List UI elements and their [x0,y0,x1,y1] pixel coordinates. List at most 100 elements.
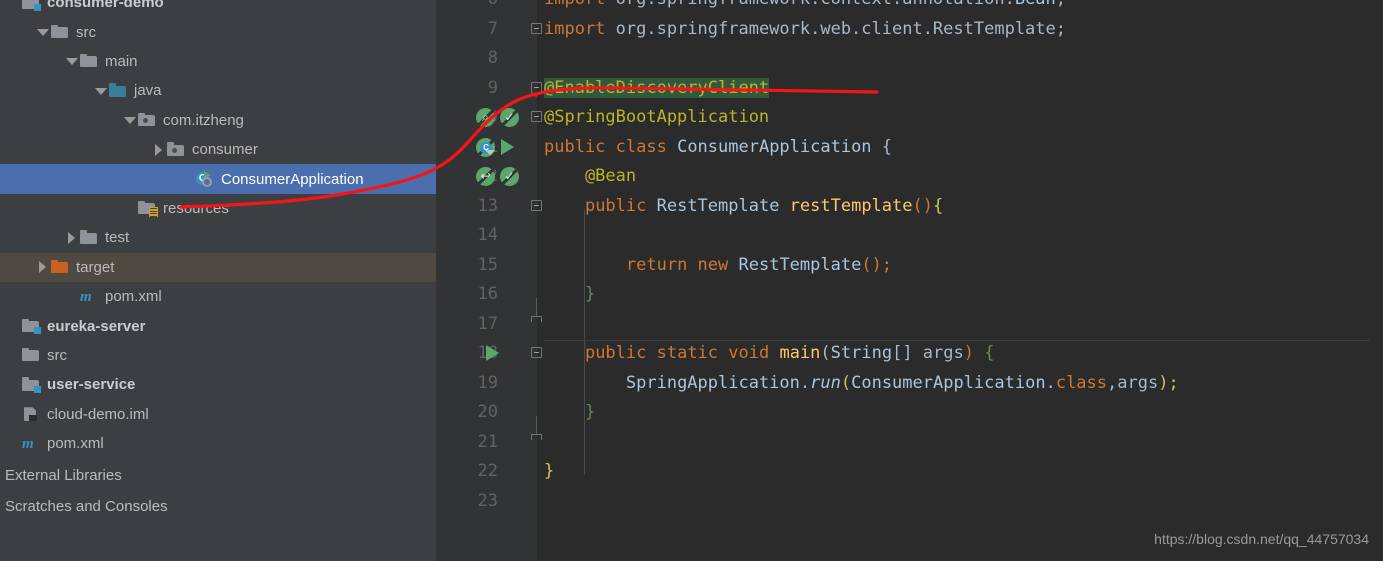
tree-item-consumerapplication[interactable]: C ConsumerApplication [0,164,436,194]
error-stripe[interactable] [1370,0,1383,561]
tree-item-label: consumer [192,141,258,159]
tree-item-main[interactable]: main [0,47,436,76]
module-folder-icon [22,377,41,393]
code-token: { [871,136,893,157]
code-token: public [584,195,657,216]
code-line[interactable]: return new RestTemplate(); [544,251,892,281]
tree-item-pom-xml[interactable]: m pom.xml [0,429,436,458]
tree-item-pom-xml[interactable]: m pom.xml [0,282,436,311]
code-token: @SpringBootApplication [544,107,770,127]
fold-marker-annotations[interactable] [531,81,544,97]
code-token: ) [963,343,985,363]
code-token: return [625,254,698,275]
tree-item-src[interactable]: src [0,341,436,370]
code-token: import [544,0,616,9]
run-main-icon[interactable] [486,345,499,361]
fold-marker-resttemplate[interactable] [531,199,544,213]
code-line[interactable]: } [544,280,595,310]
code-token: org.springframework.context.annotation. [616,0,1015,9]
run-application-icon[interactable] [501,138,514,155]
code-token: RestTemplate [656,195,790,216]
chevron-right-icon[interactable] [35,259,51,275]
chevron-down-icon[interactable] [122,112,138,128]
fold-marker-main-end[interactable] [531,415,543,446]
bean-navigate-icon[interactable]: ⌕ [476,108,495,127]
project-tree-panel[interactable]: consumer-demo src main java com.itzheng consu… [0,0,436,561]
tree-item-target[interactable]: target [0,252,436,282]
package-folder-icon [167,142,185,158]
code-token: { [984,343,995,363]
code-token: } [584,402,596,422]
no-chevron-spacer [180,171,196,187]
line-number: 15 [477,254,498,275]
fold-marker-class[interactable] [531,111,544,124]
code-text-area[interactable]: 6 import org.springframework.context.anno… [436,0,1383,561]
maven-icon: m [80,288,92,305]
code-line[interactable]: SpringApplication.run(ConsumerApplicatio… [544,369,1179,399]
tree-item-label: src [47,346,67,364]
tree-item-src[interactable]: src [0,17,436,46]
package-dot [172,147,177,153]
tree-item-com-itzheng[interactable]: com.itzheng [0,106,436,135]
tree-item-scratches-and-consoles[interactable]: Scratches and Consoles [0,491,436,522]
tree-item-test[interactable]: test [0,223,436,252]
code-editor[interactable]: 6 import org.springframework.context.anno… [436,0,1383,561]
tree-item-label: target [76,258,115,276]
bean-usage-icon[interactable]: ↩ [476,167,495,186]
resources-badge [149,207,158,218]
code-line[interactable]: public RestTemplate restTemplate(){ [544,192,943,222]
code-token: restTemplate [789,195,913,216]
code-line[interactable]: } [544,398,595,428]
module-badge [34,3,41,11]
line-number: 7 [487,18,498,39]
chevron-right-icon[interactable] [64,230,80,246]
no-chevron-spacer [6,0,22,11]
line-number: 17 [477,313,498,334]
tree-item-eureka-server[interactable]: eureka-server [0,311,436,340]
tree-item-label: resources [163,199,229,217]
line-number: 23 [477,490,498,511]
tree-item-consumer-demo[interactable]: consumer-demo [0,0,436,17]
chevron-down-icon[interactable] [93,83,109,99]
fold-marker-resttemplate-end[interactable] [531,297,543,328]
code-line[interactable]: @SpringBootApplication [544,103,769,133]
code-token: public [584,343,657,363]
tree-item-java[interactable]: java [0,76,436,105]
code-token: ( [820,343,831,363]
code-token: ); [1158,372,1179,393]
tree-item-resources[interactable]: resources [0,194,436,223]
tree-item-cloud-demo-iml[interactable]: cloud-demo.iml [0,400,436,429]
spring-run-config-icon[interactable]: C [476,137,495,157]
line-number: 8 [487,48,498,68]
code-line[interactable]: import org.springframework.context.annot… [544,0,1066,15]
package-dot [143,118,148,124]
code-line[interactable]: @Bean [544,162,636,192]
package-folder-icon [138,112,156,128]
tree-item-label: ConsumerApplication [221,170,364,188]
bean-check-icon[interactable]: ✓ [500,167,519,186]
code-line[interactable]: public class ConsumerApplication { [544,133,892,163]
chevron-down-icon[interactable] [35,24,51,40]
fold-marker-import[interactable] [531,22,544,36]
no-chevron-spacer [64,289,80,305]
tree-item-external-libraries[interactable]: External Libraries [0,460,436,491]
code-line[interactable]: public static void main(String[] args) { [544,339,995,369]
code-line[interactable]: @EnableDiscoveryClient [544,74,770,104]
tree-item-consumer[interactable]: consumer [0,135,436,164]
code-line[interactable]: import org.springframework.web.client.Re… [544,15,1066,45]
tree-item-label: Scratches and Consoles [5,498,168,516]
watermark-text: https://blog.csdn.net/qq_44757034 [1154,531,1369,547]
code-line[interactable]: } [544,457,554,487]
excluded-folder-icon [51,259,69,275]
bean-check-icon[interactable]: ✓ [500,108,519,127]
tree-item-label: com.itzheng [163,111,244,129]
code-token: ConsumerApplication [677,136,872,157]
tree-item-user-service[interactable]: user-service [0,370,436,399]
gear-icon [202,177,212,188]
chevron-down-icon[interactable] [64,53,80,69]
chevron-right-icon[interactable] [151,142,167,158]
tree-item-label: pom.xml [47,435,104,453]
fold-marker-main[interactable] [531,347,544,360]
module-folder-icon [22,318,41,335]
